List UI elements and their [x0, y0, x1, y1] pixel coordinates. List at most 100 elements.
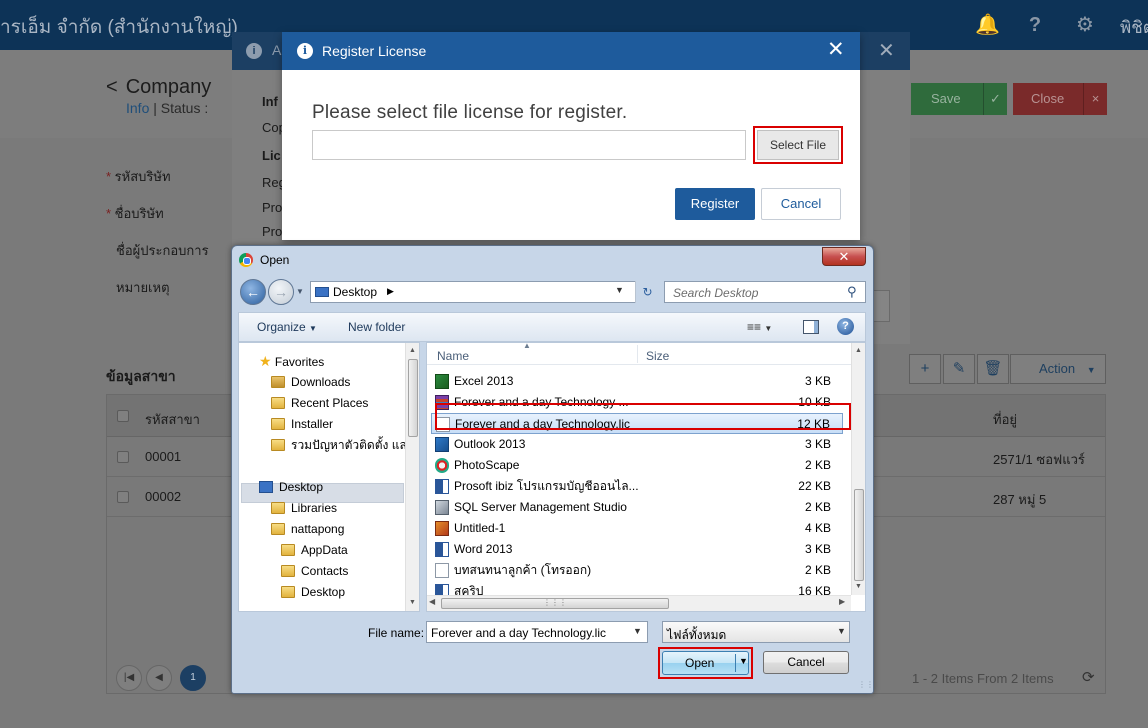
excel-icon [435, 374, 449, 389]
scroll-down-icon[interactable]: ▼ [852, 579, 865, 594]
file-row[interactable]: Word 2013 3 KB [431, 539, 843, 560]
scroll-thumb[interactable]: ⋮⋮⋮ [441, 598, 669, 609]
scroll-right-icon[interactable]: ▶ [839, 597, 845, 606]
new-folder-button[interactable]: New folder [348, 320, 405, 334]
file-type-select[interactable]: ไฟล์ทั้งหมด ▼ [662, 621, 850, 643]
tree-item-libraries[interactable]: Libraries [271, 498, 337, 518]
file-list-header: ▲ Name Size [427, 343, 851, 365]
header-branch-code: รหัสสาขา [145, 412, 200, 427]
check-icon: ✓ [983, 83, 1007, 115]
path-box[interactable]: Desktop ▶ ▼ ↻ [310, 281, 653, 303]
tree-item-nattapong[interactable]: nattapong [271, 519, 344, 539]
back-icon[interactable]: < [106, 76, 118, 98]
cancel-button[interactable]: Cancel [761, 188, 841, 220]
row-checkbox[interactable] [117, 491, 129, 503]
forward-arrow-icon[interactable]: → [268, 279, 294, 305]
help-icon[interactable]: ? [1023, 13, 1047, 37]
dialog-titlebar: Open ✕ [232, 246, 873, 276]
register-modal-header: i Register License ✕ [282, 32, 860, 70]
scroll-down-icon[interactable]: ▼ [406, 595, 419, 610]
file-row[interactable]: Excel 2013 3 KB [431, 371, 843, 392]
tree-item-appdata[interactable]: AppData [281, 540, 348, 560]
field-note: หมายเหตุ [116, 280, 170, 295]
close-page-button[interactable]: Close × [1013, 83, 1107, 115]
edit-icon[interactable]: ✎ [943, 354, 975, 384]
branch-section-title: ข้อมูลสาขา [106, 368, 176, 384]
history-dropdown-icon[interactable]: ▼ [296, 287, 304, 296]
file-name-input[interactable]: Forever and a day Technology.lic ▼ [426, 621, 648, 643]
modal-label: Inf [262, 94, 278, 109]
search-input[interactable]: Search Desktop ⚲ [664, 281, 866, 303]
photoscape-icon [435, 458, 449, 473]
select-all-checkbox[interactable] [117, 410, 129, 422]
first-page-icon[interactable]: |◀ [116, 665, 142, 691]
chevron-down-icon[interactable]: ▼ [739, 656, 748, 666]
folder-icon [281, 544, 295, 556]
refresh-icon[interactable]: ⟳ [1082, 668, 1095, 686]
prev-page-icon[interactable]: ◀ [146, 665, 172, 691]
status-label: Status : [160, 100, 209, 116]
close-icon[interactable]: ✕ [827, 37, 845, 62]
scroll-up-icon[interactable]: ▲ [852, 343, 865, 358]
tree-item-desktop[interactable]: Desktop [259, 477, 323, 497]
tree-scrollbar[interactable]: ▲ ▼ [405, 343, 419, 611]
file-name: Prosoft ibiz โปรแกรมบัญชีออนไล... [454, 479, 639, 493]
scroll-left-icon[interactable]: ◀ [429, 597, 435, 606]
tree-item-contacts[interactable]: Contacts [281, 561, 348, 581]
close-icon[interactable]: ✕ [878, 38, 895, 63]
refresh-icon[interactable]: ↻ [635, 281, 659, 303]
column-size[interactable]: Size [646, 349, 669, 363]
add-icon[interactable]: + [909, 354, 941, 384]
file-name: Excel 2013 [454, 374, 514, 388]
open-file-dialog: Open ✕ ← → ▼ Desktop ▶ ▼ ↻ Search Deskto… [231, 245, 874, 694]
resize-grip-icon[interactable]: ⋮⋮ [858, 680, 874, 689]
path-dropdown-icon[interactable]: ▼ [615, 285, 624, 295]
file-row[interactable]: SQL Server Management Studio 2 KB [431, 497, 843, 518]
scroll-thumb[interactable] [408, 359, 418, 437]
column-name[interactable]: Name [437, 349, 469, 363]
path-arrow-icon[interactable]: ▶ [387, 286, 394, 297]
scroll-thumb[interactable] [854, 489, 864, 581]
open-button[interactable]: Open ▼ [662, 651, 749, 675]
chevron-down-icon[interactable]: ▼ [633, 626, 642, 636]
help-icon[interactable]: ? [837, 318, 854, 335]
tree-item-installer[interactable]: Installer [271, 414, 333, 434]
action-dropdown[interactable]: Action ▼ [1010, 354, 1106, 384]
tab-info[interactable]: Info [126, 100, 149, 116]
scroll-up-icon[interactable]: ▲ [406, 343, 419, 358]
file-list: ▲ Name Size Excel 2013 3 KB Forever and a … [426, 342, 866, 612]
file-row[interactable]: บทสนทนาลูกค้า (โทรออก) 2 KB [431, 560, 843, 581]
select-file-button[interactable]: Select File [757, 130, 839, 160]
file-list-hscrollbar[interactable]: ◀ ⋮⋮⋮ ▶ [427, 595, 851, 611]
modal-label: Pro [262, 200, 283, 215]
page-number[interactable]: 1 [180, 665, 206, 691]
file-row[interactable]: Prosoft ibiz โปรแกรมบัญชีออนไล... 22 KB [431, 476, 843, 497]
view-options-icon[interactable]: ≡≡ ▼ [747, 320, 772, 334]
preview-pane-icon[interactable] [803, 320, 819, 334]
delete-icon[interactable]: 🗑 [977, 354, 1009, 384]
row-checkbox[interactable] [117, 451, 129, 463]
license-file-input[interactable] [312, 130, 746, 160]
tree-item-favorites[interactable]: ★ Favorites [259, 351, 324, 371]
cancel-button[interactable]: Cancel [763, 651, 849, 674]
organize-menu[interactable]: Organize ▼ [257, 320, 317, 334]
gear-icon[interactable]: ⚙ [1073, 13, 1097, 37]
file-row[interactable]: Outlook 2013 3 KB [431, 434, 843, 455]
tree-item-recent-places[interactable]: Recent Places [271, 393, 368, 413]
close-icon[interactable]: ✕ [822, 247, 866, 266]
file-list-vscrollbar[interactable]: ▲ ▼ [851, 343, 865, 595]
file-row[interactable]: PhotoScape 2 KB [431, 455, 843, 476]
back-arrow-icon[interactable]: ← [240, 279, 266, 305]
current-path[interactable]: Desktop [333, 285, 377, 299]
file-name: SQL Server Management Studio [454, 500, 627, 514]
tree-item-downloads[interactable]: Downloads [271, 372, 350, 392]
tree-item-desktop-sub[interactable]: Desktop [281, 582, 345, 602]
bell-icon[interactable]: 🔔 [975, 13, 1000, 37]
file-row[interactable]: Untitled-1 4 KB [431, 518, 843, 539]
user-name[interactable]: พิชิต [1120, 14, 1148, 41]
save-button[interactable]: Save ✓ [911, 83, 1007, 115]
tree-item-installer-issues[interactable]: รวมปัญหาตัวติดตั้ง และ I [271, 435, 419, 455]
dialog-title: Open [260, 253, 290, 267]
chrome-icon [239, 253, 253, 267]
register-button[interactable]: Register [675, 188, 755, 220]
